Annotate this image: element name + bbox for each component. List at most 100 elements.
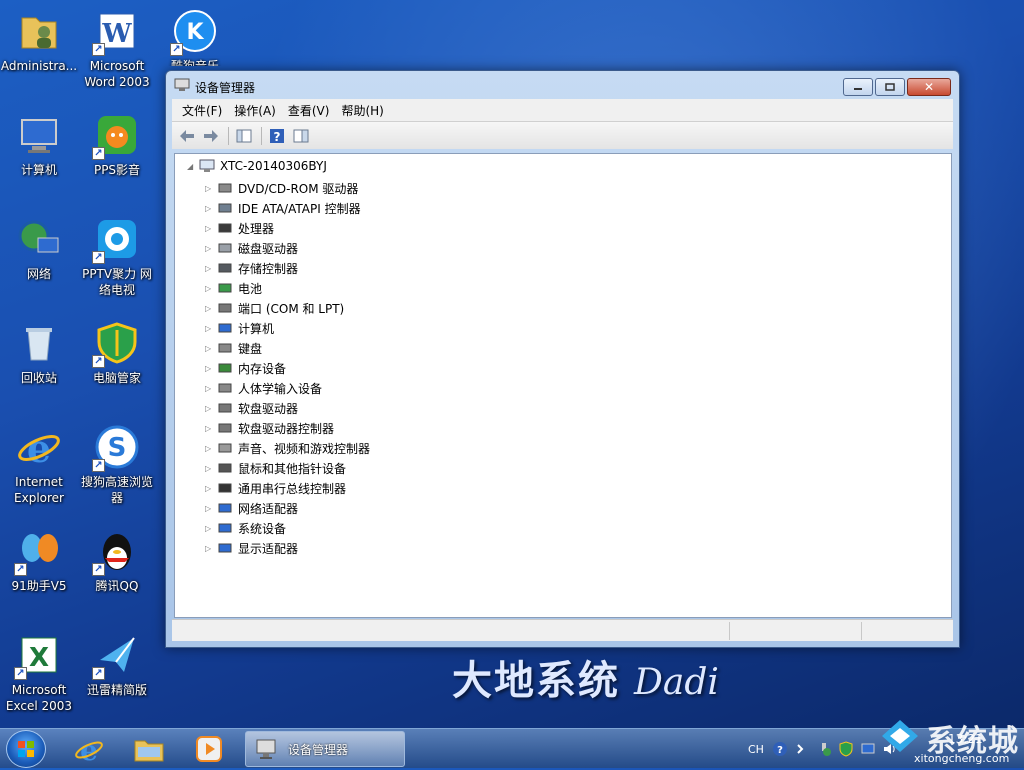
expand-arrow-icon[interactable]: ▷ bbox=[205, 404, 213, 413]
close-button[interactable]: ✕ bbox=[907, 78, 951, 96]
expand-arrow-icon[interactable]: ▷ bbox=[205, 304, 213, 313]
expand-arrow-icon[interactable]: ▷ bbox=[205, 204, 213, 213]
sogou-browser-icon: S ↗ bbox=[92, 424, 140, 472]
back-button[interactable] bbox=[176, 125, 198, 147]
network-status-icon[interactable] bbox=[860, 741, 876, 757]
expand-arrow-icon[interactable]: ▷ bbox=[205, 484, 213, 493]
tree-item[interactable]: ▷ 端口 (COM 和 LPT) bbox=[205, 298, 344, 318]
minimize-button[interactable] bbox=[843, 78, 873, 96]
arrow-left-icon bbox=[180, 129, 194, 142]
toolbar-separator bbox=[228, 126, 229, 145]
tree-item[interactable]: ▷ 软盘驱动器 bbox=[205, 398, 298, 418]
desktop-icon-internet-explorer[interactable]: e Internet Explorer bbox=[0, 424, 78, 506]
collapse-arrow-icon[interactable]: ◢ bbox=[187, 162, 195, 171]
tree-item[interactable]: ▷ 通用串行总线控制器 bbox=[205, 478, 346, 498]
expand-arrow-icon[interactable]: ▷ bbox=[205, 424, 213, 433]
svg-text:X: X bbox=[29, 643, 49, 673]
taskbar-explorer-button[interactable] bbox=[122, 732, 176, 766]
expand-arrow-icon[interactable]: ▷ bbox=[205, 504, 213, 513]
device-tree-pane[interactable]: ◢ XTC-20140306BYJ ▷ DVD/CD-ROM 驱动器 ▷ IDE AT… bbox=[174, 153, 952, 618]
expand-arrow-icon[interactable]: ▷ bbox=[205, 364, 213, 373]
maximize-button[interactable] bbox=[875, 78, 905, 96]
ie-icon: e bbox=[75, 734, 103, 764]
desktop-icon-qq[interactable]: ↗ 腾讯QQ bbox=[78, 528, 156, 594]
desktop-icon-network[interactable]: 网络 bbox=[0, 216, 78, 282]
tree-item[interactable]: ▷ 鼠标和其他指针设备 bbox=[205, 458, 346, 478]
tree-root[interactable]: ◢ XTC-20140306BYJ bbox=[187, 158, 327, 174]
tree-item[interactable]: ▷ 软盘驱动器控制器 bbox=[205, 418, 334, 438]
menu-view[interactable]: 查看(V) bbox=[282, 102, 336, 119]
security-shield-icon[interactable] bbox=[838, 741, 854, 757]
desktop-icon-recycle-bin[interactable]: 回收站 bbox=[0, 320, 78, 386]
expand-arrow-icon[interactable]: ▷ bbox=[205, 544, 213, 553]
desktop-icon-kugou[interactable]: K ↗ 酷狗音乐 bbox=[156, 8, 234, 66]
tree-item[interactable]: ▷ 网络适配器 bbox=[205, 498, 298, 518]
desktop-icon-computer[interactable]: 计算机 bbox=[0, 112, 78, 178]
desktop-icon-administrator[interactable]: Administra... bbox=[0, 8, 78, 74]
show-action-pane-button[interactable] bbox=[290, 125, 312, 147]
tree-item[interactable]: ▷ 声音、视频和游戏控制器 bbox=[205, 438, 370, 458]
menu-help[interactable]: 帮助(H) bbox=[335, 102, 389, 119]
tree-item[interactable]: ▷ 显示适配器 bbox=[205, 538, 298, 558]
desktop-icon-sogou-browser[interactable]: S ↗ 搜狗高速浏览器 bbox=[78, 424, 156, 506]
window-titlebar[interactable]: 设备管理器 ✕ bbox=[166, 71, 959, 99]
show-hide-console-tree-button[interactable] bbox=[233, 125, 255, 147]
device-manager-window[interactable]: 设备管理器 ✕ 文件(F) 操作(A) 查看(V) 帮助(H) ? ◢ XTC-… bbox=[165, 70, 960, 648]
xunlei-icon: ↗ bbox=[92, 632, 140, 680]
tree-item[interactable]: ▷ 人体学输入设备 bbox=[205, 378, 322, 398]
expand-arrow-icon[interactable]: ▷ bbox=[205, 464, 213, 473]
start-button[interactable] bbox=[6, 730, 46, 768]
tree-item[interactable]: ▷ DVD/CD-ROM 驱动器 bbox=[205, 178, 358, 198]
ime-options-icon[interactable] bbox=[794, 741, 810, 757]
expand-arrow-icon[interactable]: ▷ bbox=[205, 384, 213, 393]
forward-button[interactable] bbox=[200, 125, 222, 147]
expand-arrow-icon[interactable]: ▷ bbox=[205, 324, 213, 333]
expand-arrow-icon[interactable]: ▷ bbox=[205, 344, 213, 353]
keyboard-icon bbox=[218, 343, 232, 353]
tree-item[interactable]: ▷ IDE ATA/ATAPI 控制器 bbox=[205, 198, 361, 218]
tencent-manager-icon: ↗ bbox=[92, 320, 140, 368]
safely-remove-hardware-icon[interactable] bbox=[816, 741, 832, 757]
floppy-controller-icon bbox=[218, 423, 232, 433]
desktop-icon-xunlei[interactable]: ↗ 迅雷精简版 bbox=[78, 632, 156, 698]
desktop-icon-excel-2003[interactable]: X ↗ Microsoft Excel 2003 bbox=[0, 632, 78, 714]
taskbar-device-manager-task[interactable]: 设备管理器 bbox=[245, 731, 405, 767]
tree-item[interactable]: ▷ 系统设备 bbox=[205, 518, 286, 538]
tree-item[interactable]: ▷ 存储控制器 bbox=[205, 258, 298, 278]
tree-item[interactable]: ▷ 计算机 bbox=[205, 318, 274, 338]
language-indicator[interactable]: CH bbox=[748, 743, 764, 756]
menu-action[interactable]: 操作(A) bbox=[228, 102, 282, 119]
expand-arrow-icon[interactable]: ▷ bbox=[205, 284, 213, 293]
storage-controller-icon bbox=[218, 263, 232, 273]
tree-item[interactable]: ▷ 键盘 bbox=[205, 338, 262, 358]
desktop-icon-91-assistant[interactable]: ↗ 91助手V5 bbox=[0, 528, 78, 594]
expand-arrow-icon[interactable]: ▷ bbox=[205, 224, 213, 233]
toolbar: ? bbox=[172, 121, 953, 149]
desktop-icon-tencent-manager[interactable]: ↗ 电脑管家 bbox=[78, 320, 156, 386]
tree-item[interactable]: ▷ 内存设备 bbox=[205, 358, 286, 378]
tree-item[interactable]: ▷ 磁盘驱动器 bbox=[205, 238, 298, 258]
processor-icon bbox=[218, 223, 232, 233]
help-circle-icon[interactable]: ? bbox=[772, 741, 788, 757]
help-button[interactable]: ? bbox=[266, 125, 288, 147]
expand-arrow-icon[interactable]: ▷ bbox=[205, 244, 213, 253]
excel-icon: X ↗ bbox=[14, 632, 62, 680]
menu-file[interactable]: 文件(F) bbox=[176, 102, 228, 119]
taskbar-media-player-button[interactable] bbox=[182, 732, 236, 766]
desktop-icon-pptv[interactable]: ↗ PPTV聚力 网络电视 bbox=[78, 216, 156, 298]
tree-item-label: 处理器 bbox=[238, 221, 275, 236]
tree-item[interactable]: ▷ 处理器 bbox=[205, 218, 274, 238]
shortcut-arrow-icon: ↗ bbox=[92, 147, 105, 160]
svg-text:K: K bbox=[186, 20, 204, 45]
expand-arrow-icon[interactable]: ▷ bbox=[205, 444, 213, 453]
expand-arrow-icon[interactable]: ▷ bbox=[205, 184, 213, 193]
tree-item-label: 显示适配器 bbox=[238, 541, 299, 556]
tree-item[interactable]: ▷ 电池 bbox=[205, 278, 262, 298]
taskbar-ie-button[interactable]: e bbox=[62, 732, 116, 766]
expand-arrow-icon[interactable]: ▷ bbox=[205, 264, 213, 273]
desktop-icon-word-2003[interactable]: W ↗ Microsoft Word 2003 bbox=[78, 8, 156, 90]
svg-text:?: ? bbox=[274, 130, 281, 144]
desktop-icon-pps[interactable]: ↗ PPS影音 bbox=[78, 112, 156, 178]
expand-arrow-icon[interactable]: ▷ bbox=[205, 524, 213, 533]
system-device-icon bbox=[218, 523, 232, 533]
